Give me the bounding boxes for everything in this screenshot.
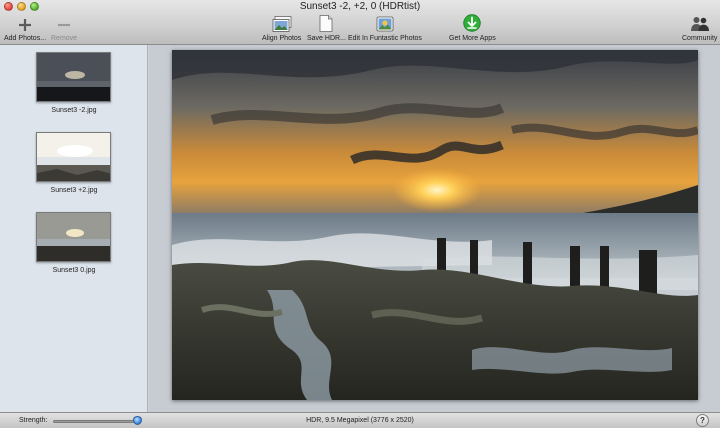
funtastic-photos-icon	[376, 14, 394, 32]
align-photos-label: Align Photos	[262, 35, 302, 42]
save-hdr-button[interactable]: Save HDR...	[307, 14, 346, 42]
image-info: HDR, 9.5 Megapixel (3776 x 2520)	[306, 417, 414, 424]
align-photos-button[interactable]: Align Photos	[262, 14, 301, 42]
preview-area	[149, 45, 720, 412]
edit-in-funtastic-button[interactable]: Edit In Funtastic Photos	[348, 14, 422, 42]
thumbnail-caption: Sunset3 0.jpg	[52, 267, 96, 274]
photo-thumbnail	[36, 212, 111, 262]
align-photos-icon	[272, 14, 292, 32]
photo-thumbnail	[36, 132, 111, 182]
source-photo-zero[interactable]: Sunset3 0.jpg	[36, 212, 112, 274]
plus-icon	[18, 14, 32, 32]
add-photos-label: Add Photos...	[4, 35, 47, 42]
edit-in-funtastic-label: Edit In Funtastic Photos	[348, 35, 422, 42]
window-title: Sunset3 -2, +2, 0 (HDRtist)	[299, 1, 421, 12]
help-button[interactable]: ?	[696, 414, 709, 427]
minus-icon	[57, 14, 71, 32]
save-hdr-label: Save HDR...	[307, 35, 346, 42]
hdr-preview-image	[172, 50, 698, 400]
thumbnail-caption: Sunset3 +2.jpg	[50, 187, 98, 194]
source-photos-sidebar: Sunset3 -2.jpg Sunset3 +2.jpg Sunset3 0.…	[0, 45, 148, 412]
remove-label: Remove	[51, 35, 78, 42]
get-more-apps-label: Get More Apps	[449, 35, 496, 42]
toolbar: Sunset3 -2, +2, 0 (HDRtist) Add Photos..…	[0, 0, 720, 45]
document-icon	[319, 14, 333, 32]
source-photo-minus-2[interactable]: Sunset3 -2.jpg	[36, 52, 112, 114]
community-button[interactable]: Community	[682, 14, 717, 42]
get-more-apps-button[interactable]: Get More Apps	[449, 14, 496, 42]
download-icon	[463, 14, 482, 32]
source-photo-plus-2[interactable]: Sunset3 +2.jpg	[36, 132, 112, 194]
add-photos-button[interactable]: Add Photos...	[4, 14, 46, 42]
remove-button[interactable]: Remove	[51, 14, 77, 42]
photo-thumbnail	[36, 52, 111, 102]
community-label: Community	[682, 35, 718, 42]
thumbnail-caption: Sunset3 -2.jpg	[51, 107, 97, 114]
status-bar: Strength: HDR, 9.5 Megapixel (3776 x 252…	[0, 412, 720, 428]
people-icon	[690, 14, 710, 32]
